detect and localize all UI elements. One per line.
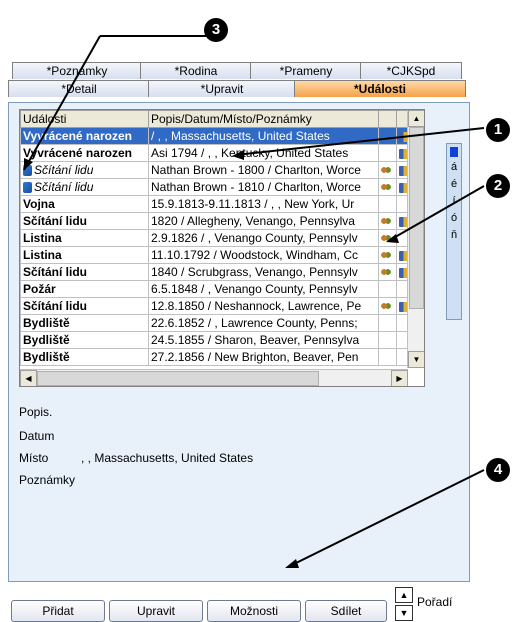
callout-lines	[23, 35, 485, 568]
edit-button[interactable]: Upravit	[109, 600, 203, 622]
move-down-button[interactable]: ▼	[395, 605, 413, 621]
move-up-button[interactable]: ▲	[395, 587, 413, 603]
callout-3: 3	[204, 18, 228, 42]
callout-2: 2	[486, 174, 510, 198]
order-label: Pořadí	[417, 595, 453, 609]
share-button[interactable]: Sdílet	[305, 600, 387, 622]
add-button[interactable]: Přidat	[11, 600, 105, 622]
options-button[interactable]: Možnosti	[207, 600, 301, 622]
callout-1: 1	[486, 118, 510, 142]
callout-4: 4	[486, 458, 510, 482]
